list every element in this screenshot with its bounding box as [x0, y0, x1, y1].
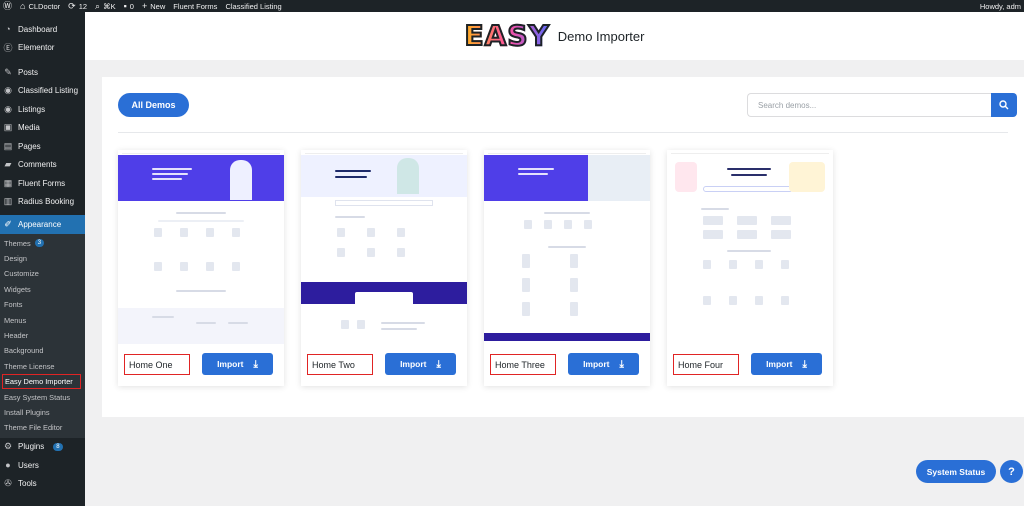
submenu-item-themes[interactable]: Themes 3 [0, 236, 85, 251]
submenu-item-menus[interactable]: Menus [0, 312, 85, 327]
fluent-forms-link[interactable]: Fluent Forms [173, 2, 217, 11]
classified-listing-link[interactable]: Classified Listing [225, 2, 281, 11]
demo-name: Home Three [490, 354, 556, 375]
demo-card-footer: Home One Import ⤓ [118, 344, 284, 386]
demo-card-footer: Home Two Import ⤓ [301, 344, 467, 386]
pin-icon: ✎ [4, 66, 12, 77]
all-demos-filter-button[interactable]: All Demos [118, 93, 189, 117]
submenu-item-fonts[interactable]: Fonts [0, 297, 85, 312]
import-button[interactable]: Import ⤓ [751, 353, 822, 375]
demo-card-home-four: Home Four Import ⤓ [667, 150, 833, 386]
new-content-link[interactable]: + New [141, 0, 165, 11]
plugins-update-badge: 8 [53, 442, 63, 451]
command-palette-link[interactable]: ⌕ ⌘K [95, 0, 116, 11]
download-icon: ⤓ [253, 358, 258, 370]
submenu-item-design[interactable]: Design [0, 251, 85, 266]
sidebar-item-radius-booking[interactable]: ▥ Radius Booking [0, 193, 85, 212]
sidebar-item-pages[interactable]: ▤ Pages [0, 137, 85, 156]
submenu-item-header[interactable]: Header [0, 328, 85, 343]
import-button[interactable]: Import ⤓ [202, 353, 273, 375]
submenu-item-easy-system-status[interactable]: Easy System Status [0, 389, 85, 404]
comments-link[interactable]: ▪ 0 [123, 0, 134, 11]
search-demos-input[interactable] [747, 93, 991, 117]
home-icon: ⌂ [20, 0, 26, 11]
submenu-item-background[interactable]: Background [0, 343, 85, 358]
plus-icon: + [141, 0, 148, 11]
demo-card-home-three: Home Three Import ⤓ [484, 150, 650, 386]
system-status-button[interactable]: System Status [916, 460, 996, 483]
admin-sidebar: ◔ Dashboard Ⓔ Elementor ✎ Posts ◉ Classified… [0, 12, 85, 506]
download-icon: ⤓ [802, 358, 807, 370]
download-icon: ⤓ [619, 358, 624, 370]
sidebar-item-fluent-forms[interactable]: ▦ Fluent Forms [0, 174, 85, 193]
media-icon: ▣ [3, 122, 13, 133]
elementor-icon: Ⓔ [3, 43, 13, 54]
sidebar-item-listings[interactable]: ◉ Listings [0, 100, 85, 119]
submenu-item-customize[interactable]: Customize [0, 266, 85, 281]
demo-preview-image[interactable] [484, 150, 650, 344]
dashboard-icon: ◔ [5, 24, 11, 35]
comment-icon: ▰ [4, 159, 12, 170]
booking-icon: ▥ [3, 196, 13, 207]
admin-bar: Ⓦ ⌂ CLDoctor ⟳ 12 ⌕ ⌘K ▪ 0 + New Fluent Forms… [0, 0, 1024, 12]
refresh-icon: ⟳ [68, 0, 76, 11]
demo-preview-image[interactable] [301, 150, 467, 344]
sidebar-item-users[interactable]: ● Users [0, 456, 85, 475]
search-box [747, 93, 1017, 117]
form-icon: ▦ [3, 177, 13, 188]
demo-preview-image[interactable] [118, 150, 284, 344]
sidebar-item-appearance[interactable]: ✐ Appearance [0, 215, 85, 234]
page-title: Demo Importer [557, 28, 645, 44]
demo-card-home-two: Home Two Import ⤓ [301, 150, 467, 386]
user-icon: ● [5, 460, 11, 471]
importer-header: EASY Demo Importer [85, 12, 1024, 60]
wrench-icon: ✇ [4, 478, 12, 489]
howdy-user-menu[interactable]: Howdy, adm [980, 2, 1021, 11]
demo-card-footer: Home Three Import ⤓ [484, 344, 650, 386]
search-icon [999, 100, 1009, 110]
submenu-item-widgets[interactable]: Widgets [0, 282, 85, 297]
themes-update-badge: 3 [34, 239, 45, 248]
wordpress-logo-icon[interactable]: Ⓦ [3, 1, 12, 11]
easy-logo: EASY [464, 19, 550, 52]
sidebar-item-comments[interactable]: ▰ Comments [0, 156, 85, 175]
page-icon: ▤ [3, 140, 13, 151]
brush-icon: ✐ [4, 218, 12, 229]
location-icon: ◉ [4, 103, 12, 114]
help-button[interactable]: ? [1000, 460, 1023, 483]
download-icon: ⤓ [436, 358, 441, 370]
comment-icon: ▪ [123, 0, 127, 11]
import-button[interactable]: Import ⤓ [385, 353, 456, 375]
sidebar-item-elementor[interactable]: Ⓔ Elementor [0, 39, 85, 58]
demos-panel: All Demos Home One Import⤓ [102, 77, 1024, 417]
divider [118, 132, 1008, 133]
search-button[interactable] [991, 93, 1017, 117]
demo-preview-image[interactable] [667, 150, 833, 344]
sidebar-item-plugins[interactable]: ⚙ Plugins 8 [0, 438, 85, 457]
sidebar-item-dashboard[interactable]: ◔ Dashboard [0, 20, 85, 39]
demo-name: Home Two [307, 354, 373, 375]
appearance-submenu: Themes 3 Design Customize Widgets Fonts M… [0, 233, 85, 438]
plugin-icon: ⚙ [3, 441, 13, 452]
submenu-item-theme-file-editor[interactable]: Theme File Editor [0, 420, 85, 435]
submenu-item-install-plugins[interactable]: Install Plugins [0, 405, 85, 420]
demo-name: Home Four [673, 354, 739, 375]
site-name-link[interactable]: ⌂ CLDoctor [20, 0, 60, 11]
demo-card-home-one: Home One Import ⤓ [118, 150, 284, 386]
sidebar-item-posts[interactable]: ✎ Posts [0, 63, 85, 82]
sidebar-item-tools[interactable]: ✇ Tools [0, 475, 85, 494]
search-icon: ⌕ [95, 0, 101, 11]
demo-name: Home One [124, 354, 190, 375]
submenu-item-theme-license[interactable]: Theme License [0, 359, 85, 374]
submenu-item-easy-demo-importer[interactable]: Easy Demo Importer [2, 374, 81, 390]
updates-link[interactable]: ⟳ 12 [68, 0, 87, 11]
location-icon: ◉ [4, 85, 12, 96]
import-button[interactable]: Import ⤓ [568, 353, 639, 375]
sidebar-item-classified-listing[interactable]: ◉ Classified Listing [0, 82, 85, 101]
demo-card-footer: Home Four Import ⤓ [667, 344, 833, 386]
sidebar-item-media[interactable]: ▣ Media [0, 119, 85, 138]
